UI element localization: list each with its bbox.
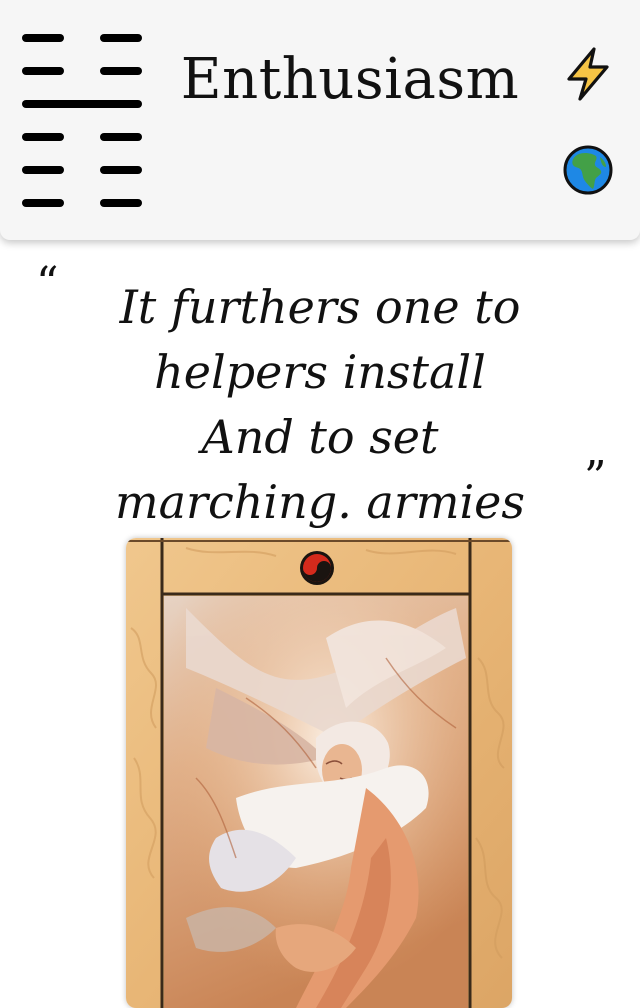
hexagram-line — [22, 133, 142, 141]
globe-button[interactable] — [560, 142, 616, 198]
lightning-bolt-icon — [567, 47, 609, 101]
card-artwork — [126, 538, 512, 1008]
oracle-card-image[interactable] — [126, 538, 512, 1008]
hexagram-line — [22, 166, 142, 174]
verse-line: marching. armies — [114, 475, 526, 529]
hexagram-line — [22, 34, 142, 42]
verse-line: It furthers one to — [119, 280, 521, 334]
yin-yang-emblem — [300, 551, 334, 585]
hexagram-line — [22, 199, 142, 207]
verse-line: helpers install — [154, 345, 486, 399]
hexagram-icon[interactable] — [22, 34, 142, 210]
hexagram-line — [22, 100, 142, 108]
verse-line: And to set — [201, 410, 439, 464]
hexagram-line — [22, 67, 142, 75]
lightning-bolt-button[interactable] — [560, 46, 616, 102]
page-title: Enthusiasm — [180, 47, 520, 112]
verse-text: It furthers one to helpers install And t… — [100, 275, 540, 535]
opening-quote-mark: “ — [36, 258, 59, 309]
closing-quote-mark: ” — [584, 452, 607, 503]
app-header: Enthusiasm — [0, 0, 640, 240]
globe-icon — [563, 145, 613, 195]
